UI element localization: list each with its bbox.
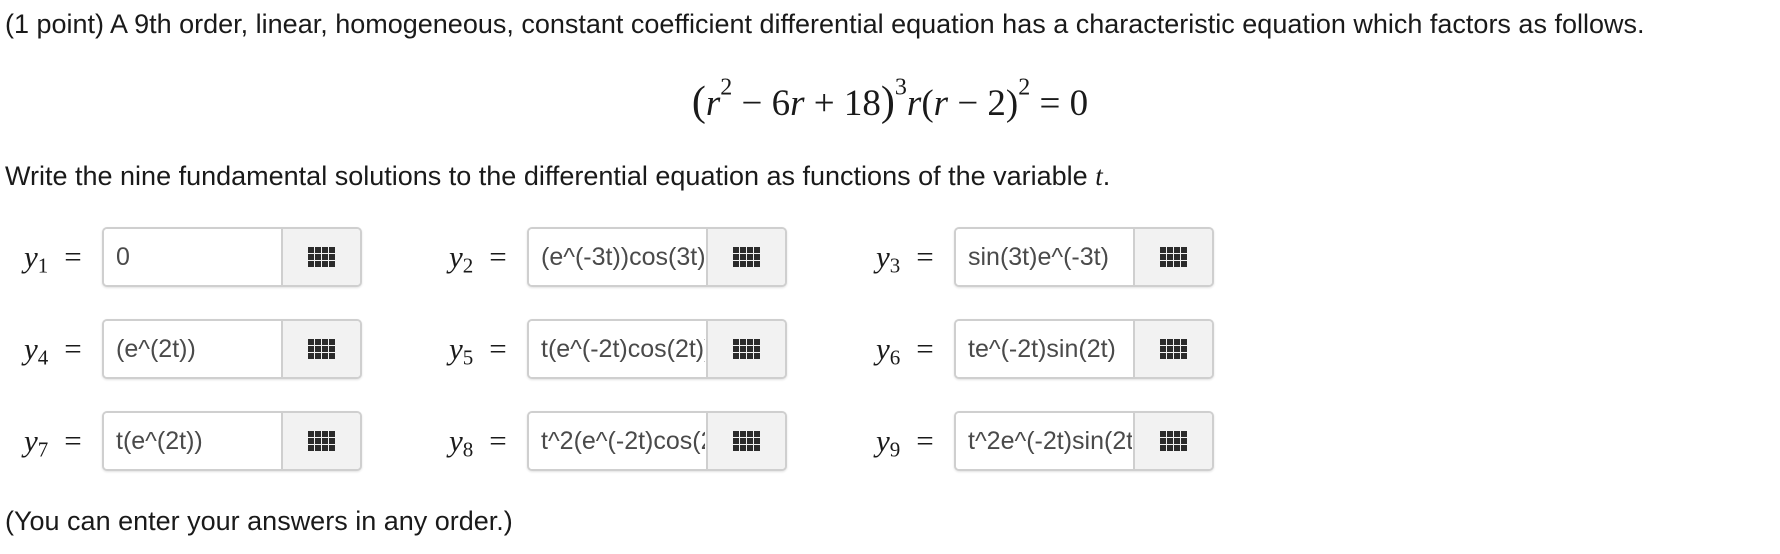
answer-box-y6 bbox=[954, 319, 1214, 379]
answer-y2: y2 = bbox=[449, 227, 849, 287]
answer-box-y8 bbox=[527, 411, 787, 471]
entry-tools-button-y9[interactable] bbox=[1133, 413, 1212, 469]
characteristic-equation: (r2 − 6r + 18)3r(r − 2)2 = 0 bbox=[691, 74, 1089, 125]
answer-box-y4 bbox=[102, 319, 362, 379]
answer-input-y8[interactable] bbox=[529, 413, 705, 469]
grid-icon bbox=[308, 247, 335, 267]
answer-y6: y6 = bbox=[876, 319, 1276, 379]
grid-icon bbox=[308, 339, 335, 359]
answer-y4: y4 = bbox=[24, 319, 424, 379]
answer-label-y6: y6 = bbox=[876, 331, 934, 370]
grid-icon bbox=[1160, 247, 1187, 267]
answer-label-y2: y2 = bbox=[449, 239, 507, 278]
grid-icon bbox=[733, 247, 760, 267]
answer-input-y3[interactable] bbox=[956, 229, 1132, 285]
answer-label-y3: y3 = bbox=[876, 239, 934, 278]
entry-tools-button-y1[interactable] bbox=[281, 229, 360, 285]
answer-label-y8: y8 = bbox=[449, 423, 507, 462]
answer-input-y4[interactable] bbox=[104, 321, 280, 377]
instruction-text: Write the nine fundamental solutions to … bbox=[5, 161, 1111, 191]
answer-input-y1[interactable] bbox=[104, 229, 280, 285]
answer-input-y9[interactable] bbox=[956, 413, 1132, 469]
answer-y8: y8 = bbox=[449, 411, 849, 471]
answer-input-y2[interactable] bbox=[529, 229, 705, 285]
answer-box-y9 bbox=[954, 411, 1214, 471]
answer-y1: y1 = bbox=[24, 227, 424, 287]
answer-label-y7: y7 = bbox=[24, 423, 82, 462]
answer-y9: y9 = bbox=[876, 411, 1276, 471]
grid-icon bbox=[308, 431, 335, 451]
answer-y3: y3 = bbox=[876, 227, 1276, 287]
entry-tools-button-y7[interactable] bbox=[281, 413, 360, 469]
entry-tools-button-y6[interactable] bbox=[1133, 321, 1212, 377]
answer-label-y9: y9 = bbox=[876, 423, 934, 462]
grid-icon bbox=[1160, 339, 1187, 359]
answer-y5: y5 = bbox=[449, 319, 849, 379]
answer-label-y1: y1 = bbox=[24, 239, 82, 278]
entry-tools-button-y5[interactable] bbox=[706, 321, 785, 377]
entry-tools-button-y3[interactable] bbox=[1133, 229, 1212, 285]
answer-box-y2 bbox=[527, 227, 787, 287]
problem-intro: (1 point) A 9th order, linear, homogeneo… bbox=[5, 9, 1645, 39]
answer-box-y7 bbox=[102, 411, 362, 471]
answer-order-note: (You can enter your answers in any order… bbox=[5, 506, 513, 536]
entry-tools-button-y4[interactable] bbox=[281, 321, 360, 377]
answer-input-y5[interactable] bbox=[529, 321, 705, 377]
grid-icon bbox=[1160, 431, 1187, 451]
answer-input-y6[interactable] bbox=[956, 321, 1132, 377]
answer-label-y4: y4 = bbox=[24, 331, 82, 370]
answer-label-y5: y5 = bbox=[449, 331, 507, 370]
grid-icon bbox=[733, 431, 760, 451]
answer-y7: y7 = bbox=[24, 411, 424, 471]
grid-icon bbox=[733, 339, 760, 359]
answer-box-y5 bbox=[527, 319, 787, 379]
entry-tools-button-y2[interactable] bbox=[706, 229, 785, 285]
answer-box-y1 bbox=[102, 227, 362, 287]
answer-box-y3 bbox=[954, 227, 1214, 287]
answer-input-y7[interactable] bbox=[104, 413, 280, 469]
entry-tools-button-y8[interactable] bbox=[706, 413, 785, 469]
